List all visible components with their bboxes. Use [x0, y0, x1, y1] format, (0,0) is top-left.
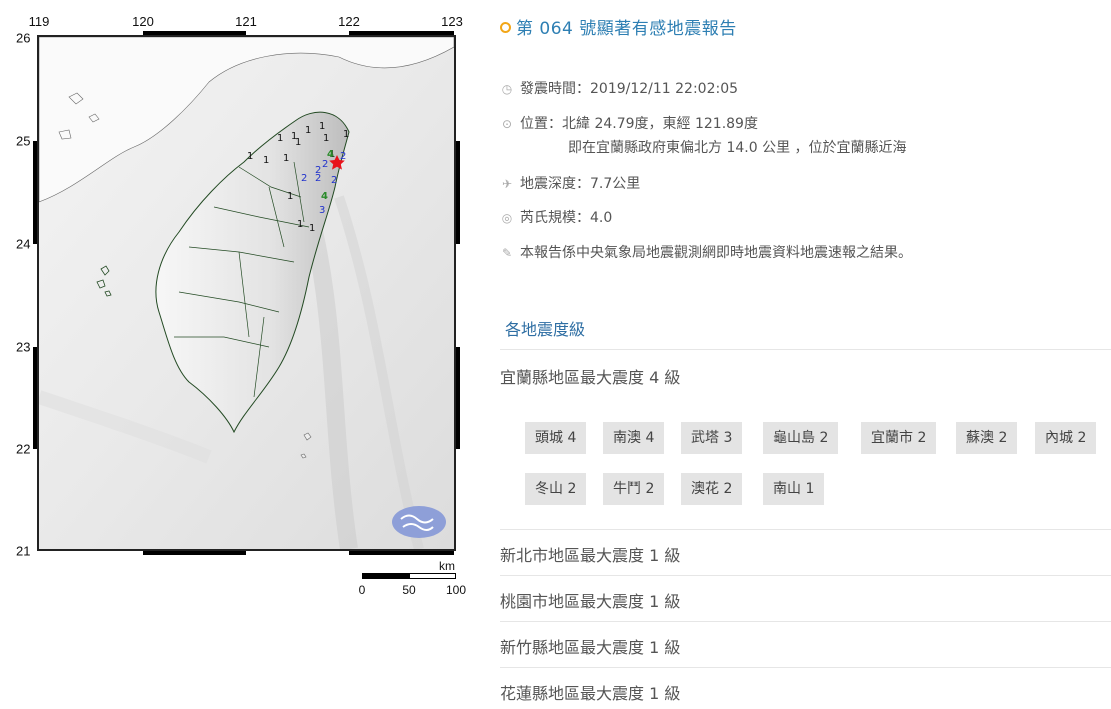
scale-unit: km	[439, 559, 455, 573]
report-title: 第 064 號顯著有感地震報告	[500, 14, 737, 39]
depth: 地震深度：7.7公里	[520, 176, 641, 192]
intensity-mark: 1	[277, 133, 283, 144]
region-yilan[interactable]: 宜蘭縣地區最大震度 4 級	[500, 364, 680, 388]
scale-label-0: 0	[358, 583, 366, 597]
location: 位置：北緯 24.79度，東經 121.89度	[520, 116, 758, 132]
clock-icon: ◷	[501, 82, 513, 96]
station-chip: 南澳 4	[603, 422, 665, 454]
depth-row: ✈ 地震深度：7.7公里	[500, 173, 640, 193]
longitude-label-122: 122	[338, 14, 360, 29]
intensity-mark: 1	[309, 223, 315, 234]
intensity-mark: 1	[319, 121, 325, 132]
earthquake-report: 第 064 號顯著有感地震報告 ◷ 發震時間：2019/12/11 22:02:0…	[500, 0, 1111, 709]
intensity-mark: 2	[322, 159, 328, 170]
map-edge-band	[456, 141, 460, 244]
region-taoyuan[interactable]: 桃園市地區最大震度 1 級	[500, 588, 680, 612]
intensity-map-panel: 119 120 121 122 123 26 25 24 23 22 21 1 …	[0, 0, 480, 709]
latitude-label-23: 23	[16, 339, 31, 355]
map-edge-band	[143, 31, 246, 35]
station-chip: 龜山島 2	[763, 422, 839, 454]
map-edge-band	[33, 347, 37, 449]
report-title-text: 第 064 號顯著有感地震報告	[516, 19, 737, 39]
divider	[500, 621, 1111, 622]
map-edge-band	[143, 551, 246, 555]
map-edge-band	[33, 141, 37, 244]
station-chip: 蘇澳 2	[956, 422, 1018, 454]
region-hualien[interactable]: 花蓮縣地區最大震度 1 級	[500, 680, 680, 704]
station-chip: 冬山 2	[525, 473, 587, 505]
station-chip: 牛鬥 2	[603, 473, 665, 505]
station-chip: 內城 2	[1035, 422, 1097, 454]
intensity-mark: 1	[305, 125, 311, 136]
intensity-mark: 1	[297, 219, 303, 230]
divider	[500, 529, 1111, 530]
map-edge-band	[349, 31, 454, 35]
pencil-icon: ✎	[501, 246, 513, 260]
title-bullet-icon	[500, 22, 511, 33]
map-edge-band	[349, 551, 454, 555]
intensity-mark: 1	[295, 137, 301, 148]
station-chip: 南山 1	[763, 473, 825, 505]
divider	[500, 575, 1111, 576]
intensity-mark: 3	[319, 205, 325, 216]
divider	[500, 349, 1111, 350]
region-new-taipei[interactable]: 新北市地區最大震度 1 級	[500, 542, 680, 566]
scale-label-100: 100	[445, 583, 467, 597]
cwb-logo-icon	[392, 506, 446, 538]
intensity-mark: 2	[315, 173, 321, 184]
map-frame[interactable]: 1 1 1 1 1 1 1 1 1 1 1 1 1 1 2 2 2 2 2 2	[37, 35, 456, 551]
intensity-mark: 1	[323, 133, 329, 144]
map-edge-band	[456, 347, 460, 449]
note-row: ✎ 本報告係中央氣象局地震觀測網即時地震資料地震速報之結果。	[500, 242, 912, 262]
intensity-mark: 2	[301, 173, 307, 184]
relief-map: 1 1 1 1 1 1 1 1 1 1 1 1 1 1 2 2 2 2 2 2	[39, 37, 454, 549]
origin-time: 發震時間：2019/12/11 22:02:05	[520, 81, 739, 97]
intensity-mark: 1	[343, 129, 349, 140]
latitude-label-26: 26	[16, 30, 31, 46]
longitude-label-119: 119	[28, 14, 50, 29]
intensity-mark: 2	[331, 175, 337, 186]
latitude-label-21: 21	[16, 543, 31, 559]
scale-segment	[362, 573, 409, 579]
report-note: 本報告係中央氣象局地震觀測網即時地震資料地震速報之結果。	[520, 245, 912, 261]
station-chip: 頭城 4	[525, 422, 587, 454]
divider	[500, 667, 1111, 668]
longitude-label-123: 123	[441, 14, 463, 29]
magnitude-row: ◎ 芮氏規模：4.0	[500, 207, 613, 227]
intensity-mark: 1	[263, 155, 269, 166]
scale-segment	[409, 573, 456, 579]
longitude-label-121: 121	[235, 14, 257, 29]
location-row: ⊙ 位置：北緯 24.79度，東經 121.89度	[500, 113, 758, 133]
station-chip: 武塔 3	[681, 422, 743, 454]
airplane-icon: ✈	[501, 177, 513, 191]
station-chip: 宜蘭市 2	[861, 422, 937, 454]
map-pin-icon: ⊙	[501, 117, 513, 131]
intensity-mark: 4	[327, 149, 334, 160]
location-detail: 即在宜蘭縣政府東偏北方 14.0 公里 ，位於宜蘭縣近海	[568, 140, 907, 156]
wifi-signal-icon: ◎	[501, 211, 513, 225]
station-chip: 澳花 2	[681, 473, 743, 505]
latitude-label-22: 22	[16, 441, 31, 457]
origin-time-row: ◷ 發震時間：2019/12/11 22:02:05	[500, 78, 738, 98]
scale-label-50: 50	[402, 583, 416, 597]
magnitude: 芮氏規模：4.0	[520, 210, 613, 226]
longitude-label-120: 120	[132, 14, 154, 29]
intensity-mark: 1	[287, 191, 293, 202]
latitude-label-25: 25	[16, 133, 31, 149]
intensity-mark: 1	[247, 151, 253, 162]
intensity-section-title: 各地震度級	[505, 320, 586, 339]
latitude-label-24: 24	[16, 236, 31, 252]
intensity-mark: 4	[321, 191, 328, 202]
intensity-mark: 1	[283, 153, 289, 164]
region-hsinchu-county[interactable]: 新竹縣地區最大震度 1 級	[500, 634, 680, 658]
intensity-mark: 2	[340, 151, 346, 162]
